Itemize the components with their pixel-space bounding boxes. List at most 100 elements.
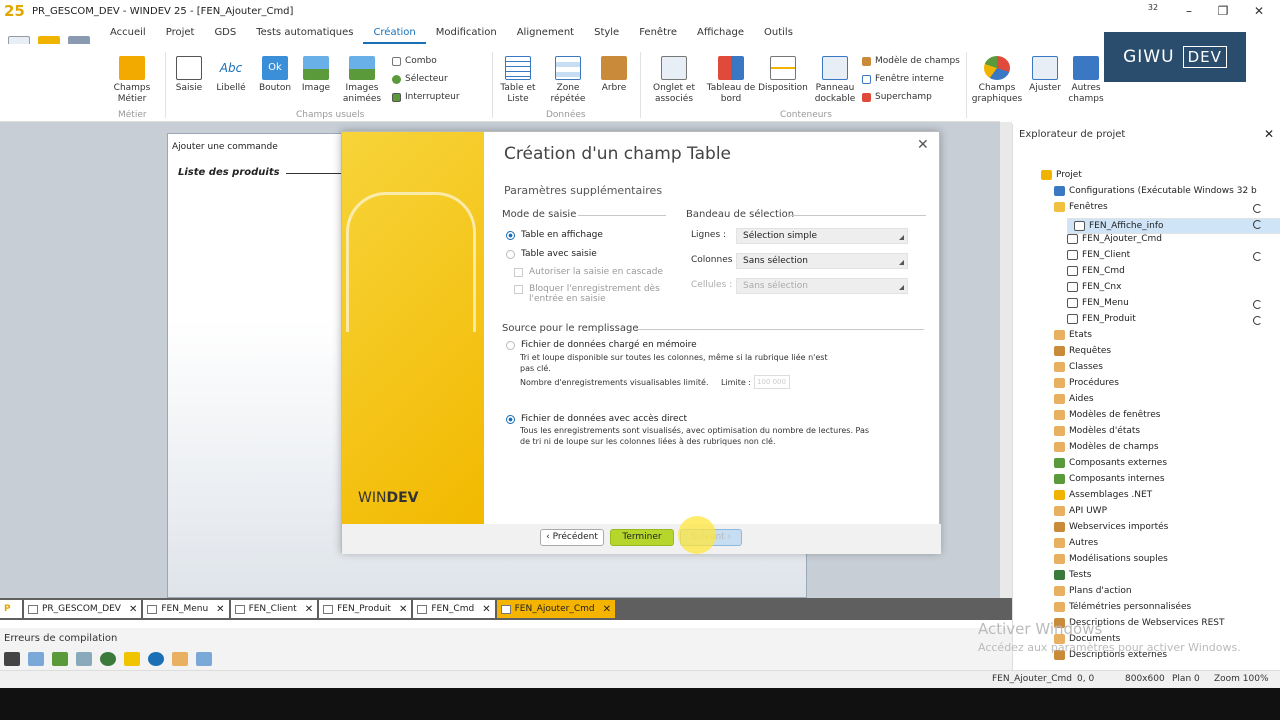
close-icon[interactable]: ✕ [216, 604, 224, 615]
explorer-item[interactable]: Procédures [1054, 378, 1119, 388]
radio-acces-direct[interactable]: Fichier de données avec accès direct [506, 414, 687, 424]
liste-produits-label[interactable]: Liste des produits [178, 167, 280, 178]
info-icon[interactable] [148, 652, 164, 666]
tab-modification[interactable]: Modification [426, 24, 507, 44]
minimize-button[interactable]: – [1172, 0, 1206, 22]
checkbox-cascade[interactable]: Autoriser la saisie en cascade [514, 267, 664, 277]
list-icon[interactable] [28, 652, 44, 666]
modele-champs-button[interactable]: Modèle de champs [862, 56, 960, 66]
close-icon[interactable]: ✕ [603, 604, 611, 615]
tab-gds[interactable]: GDS [204, 24, 246, 44]
doc-tab-fen-menu[interactable]: FEN_Menu ✕ [143, 600, 229, 618]
explorer-item[interactable]: Modèles d'états [1054, 426, 1140, 436]
radio-table-saisie[interactable]: Table avec saisie [506, 249, 597, 259]
bouton-button[interactable]: Ok Bouton [256, 56, 294, 94]
tab-creation[interactable]: Création [363, 24, 426, 44]
close-explorer-icon[interactable]: ✕ [1264, 127, 1274, 141]
fenetre-interne-button[interactable]: Fenêtre interne [862, 74, 944, 84]
explorer-item[interactable]: FEN_Produit [1067, 314, 1136, 324]
image-button[interactable]: Image [300, 56, 332, 94]
terminer-button[interactable]: Terminer [610, 529, 674, 546]
explorer-item[interactable]: Assemblages .NET [1054, 490, 1152, 500]
autres-champs-button[interactable]: Autres champs [1066, 56, 1106, 105]
close-icon[interactable]: ✕ [399, 604, 407, 615]
tab-alignement[interactable]: Alignement [507, 24, 584, 44]
explorer-item[interactable]: API UWP [1054, 506, 1107, 516]
explorer-item[interactable]: Télémétries personnalisées [1054, 602, 1191, 612]
libelle-button[interactable]: Abc Libellé [212, 56, 250, 94]
panneau-dockable-button[interactable]: Panneau dockable [812, 56, 858, 105]
table-liste-button[interactable]: Table et Liste [498, 56, 538, 105]
explorer-item[interactable]: FEN_Affiche_info [1067, 218, 1280, 234]
explorer-item[interactable]: Autres [1054, 538, 1098, 548]
doc-tab-pr-gescom[interactable]: PR_GESCOM_DEV ✕ [24, 600, 142, 618]
explorer-item[interactable]: Classes [1054, 362, 1103, 372]
explorer-item[interactable]: Fenêtres [1054, 202, 1108, 212]
go-icon[interactable] [100, 652, 116, 666]
doc-tab-fen-ajouter-cmd[interactable]: FEN_Ajouter_Cmd ✕ [496, 600, 615, 618]
close-icon[interactable]: ✕ [305, 604, 313, 615]
precedent-button[interactable]: ‹ Précédent [540, 529, 604, 546]
doc-tab-fen-produit[interactable]: FEN_Produit ✕ [319, 600, 412, 618]
checkbox-bloquer[interactable]: Bloquer l'enregistrement dès l'entrée en… [514, 284, 664, 304]
explorer-item[interactable]: Composants internes [1054, 474, 1165, 484]
maximize-button[interactable]: ❐ [1206, 0, 1240, 22]
project-tab-icon[interactable]: P [0, 600, 22, 618]
explorer-item[interactable]: Webservices importés [1054, 522, 1168, 532]
saisie-button[interactable]: Saisie [172, 56, 206, 94]
explorer-item[interactable]: Requêtes [1054, 346, 1111, 356]
dialog-close-icon[interactable]: ✕ [917, 137, 929, 153]
limite-input[interactable]: 100 000 [754, 375, 790, 389]
onglet-button[interactable]: Onglet et associés [650, 56, 698, 105]
explorer-item[interactable]: Plans d'action [1054, 586, 1132, 596]
explorer-item[interactable]: Modèles de champs [1054, 442, 1159, 452]
explorer-item[interactable]: Modèles de fenêtres [1054, 410, 1160, 420]
radio-table-affichage[interactable]: Table en affichage [506, 230, 603, 240]
superchamp-button[interactable]: Superchamp [862, 92, 932, 102]
zone-repetee-button[interactable]: Zone répétée [546, 56, 590, 105]
close-icon[interactable]: ✕ [129, 604, 137, 615]
warning-icon[interactable] [124, 652, 140, 666]
disposition-button[interactable]: Disposition [758, 56, 808, 94]
images-animees-button[interactable]: Images animées [340, 56, 384, 105]
ajuster-button[interactable]: Ajuster [1028, 56, 1062, 94]
explorer-item[interactable]: Projet [1041, 170, 1082, 180]
tree-icon[interactable] [76, 652, 92, 666]
arbre-button[interactable]: Arbre [598, 56, 630, 94]
structure-icon[interactable] [196, 652, 212, 666]
tab-fenetre[interactable]: Fenêtre [629, 24, 687, 44]
explorer-item[interactable]: Aides [1054, 394, 1094, 404]
doc-tab-fen-client[interactable]: FEN_Client ✕ [230, 600, 318, 618]
selecteur-button[interactable]: Sélecteur [392, 74, 448, 84]
explorer-item[interactable]: FEN_Client [1067, 250, 1130, 260]
explorer-item[interactable]: Configurations (Exécutable Windows 32 b [1054, 186, 1257, 196]
explorer-item[interactable]: FEN_Cnx [1067, 282, 1121, 292]
close-window-button[interactable]: ✕ [1242, 0, 1276, 22]
explorer-item[interactable]: FEN_Menu [1067, 298, 1129, 308]
tab-style[interactable]: Style [584, 24, 629, 44]
radio-memoire[interactable]: Fichier de données chargé en mémoire [506, 340, 697, 350]
explorer-item[interactable]: FEN_Cmd [1067, 266, 1125, 276]
tab-tests[interactable]: Tests automatiques [246, 24, 363, 44]
interrupteur-button[interactable]: Interrupteur [392, 92, 460, 102]
editor-scrollbar[interactable] [1000, 122, 1012, 598]
doc-tab-fen-cmd[interactable]: FEN_Cmd ✕ [413, 600, 495, 618]
explorer-item[interactable]: Modélisations souples [1054, 554, 1168, 564]
tab-outils[interactable]: Outils [754, 24, 803, 44]
close-icon[interactable]: ✕ [482, 604, 490, 615]
explorer-item[interactable]: Etats [1054, 330, 1092, 340]
cellules-select[interactable]: Sans sélection [736, 278, 908, 294]
tab-accueil[interactable]: Accueil [100, 24, 156, 44]
combo-button[interactable]: Combo [392, 56, 437, 66]
tab-affichage[interactable]: Affichage [687, 24, 754, 44]
image-icon[interactable] [52, 652, 68, 666]
colonnes-select[interactable]: Sans sélection [736, 253, 908, 269]
menu-icon[interactable] [4, 652, 20, 666]
file-icon[interactable] [172, 652, 188, 666]
explorer-item[interactable]: Composants externes [1054, 458, 1167, 468]
explorer-item[interactable]: FEN_Ajouter_Cmd [1067, 234, 1162, 244]
tableau-bord-button[interactable]: Tableau de bord [704, 56, 758, 105]
champs-graphiques-button[interactable]: Champs graphiques [970, 56, 1024, 105]
tab-projet[interactable]: Projet [156, 24, 205, 44]
explorer-item[interactable]: Tests [1054, 570, 1091, 580]
